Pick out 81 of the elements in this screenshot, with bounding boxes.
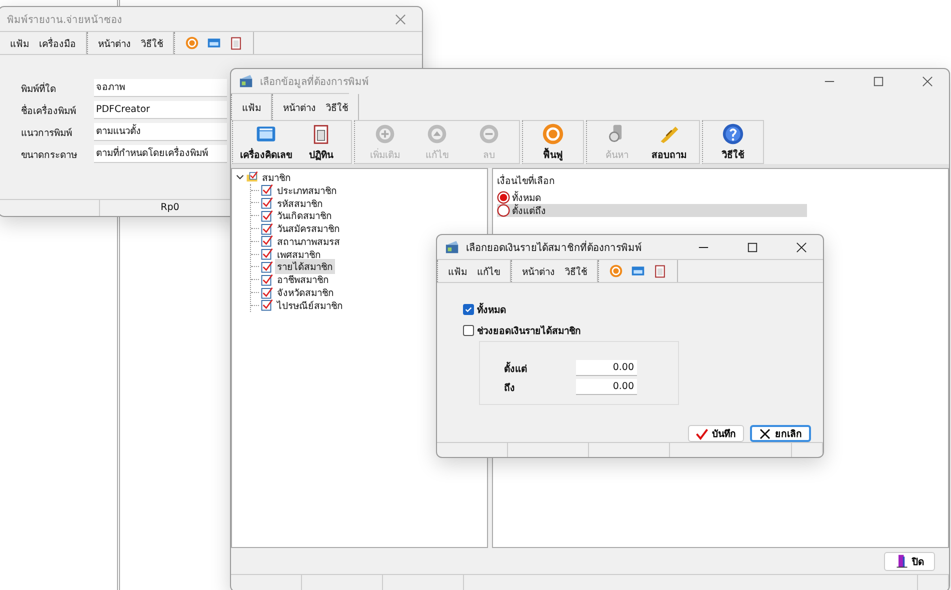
tree-item[interactable]: รหัสสมาชิก: [275, 196, 325, 210]
input-field[interactable]: ตามที่กำหนดโดยเครื่องพิมพ์: [94, 145, 227, 163]
checkbox-icon[interactable]: [261, 184, 273, 196]
field-label: พิมพ์ที่ใด: [21, 81, 57, 96]
checkbox-icon[interactable]: [261, 235, 273, 248]
menu-item[interactable]: หน้าต่าง: [98, 36, 131, 50]
radio-button[interactable]: [497, 191, 510, 204]
tree-item[interactable]: สมาชิก: [260, 170, 293, 185]
dialog-button[interactable]: ยกเลิก: [750, 425, 811, 442]
dialog-button[interactable]: บันทึก: [688, 425, 744, 442]
field-label: ขนาดกระดาษ: [21, 148, 78, 162]
checkbox-icon[interactable]: [261, 274, 273, 286]
checkbox[interactable]: [463, 304, 474, 315]
checkbox[interactable]: [463, 325, 474, 336]
tree-item[interactable]: ประเภทสมาชิก: [275, 182, 339, 198]
field-label: ชื่อเครื่องพิมพ์: [21, 103, 77, 118]
refresh-icon: [542, 122, 564, 144]
expand-caret-icon[interactable]: [236, 173, 244, 182]
cross-icon: [759, 428, 771, 440]
close-button[interactable]: ปิด: [884, 552, 935, 570]
door-icon: [895, 554, 909, 568]
menu-item[interactable]: แก้ไข: [477, 264, 500, 278]
amount-field[interactable]: 0.00: [576, 360, 637, 376]
menu-item[interactable]: แฟ้ม: [10, 36, 29, 50]
input-field[interactable]: ตามแนวตั้ง: [94, 123, 227, 141]
radio-row[interactable]: ทั้งหมด: [497, 191, 807, 204]
checkbox-label: ช่วงยอดเงินรายได้สมาชิก: [477, 324, 581, 338]
menu-item[interactable]: แฟ้ม: [242, 100, 261, 114]
tree-item[interactable]: อาชีพสมาชิก: [275, 272, 331, 288]
tree-item[interactable]: เพศสมาชิก: [275, 246, 323, 262]
toolbar-button[interactable]: สอบถาม: [643, 121, 695, 163]
plus-icon: [374, 122, 396, 144]
amount-field[interactable]: 0.00: [576, 379, 637, 395]
maximize-icon[interactable]: [873, 76, 884, 86]
checkbox-icon[interactable]: [261, 286, 273, 299]
app-icon: [445, 240, 460, 254]
panel-heading: เงื่อนไขที่เลือก: [497, 173, 556, 188]
tree-item[interactable]: วันสมัครสมาชิก: [275, 221, 342, 236]
radio-row[interactable]: ตั้งแต่ถึง: [497, 204, 807, 217]
checkbox-icon[interactable]: [261, 299, 273, 312]
tree-item[interactable]: วันเกิดสมาชิก: [275, 208, 334, 224]
input-field[interactable]: PDFCreator: [94, 101, 227, 119]
field-label: ถึง: [504, 382, 516, 394]
menu-item[interactable]: วิธีใช้: [326, 100, 348, 114]
window-title: เลือกข้อมูลที่ต้องการพิมพ์: [260, 74, 369, 88]
menu-item[interactable]: วิธีใช้: [141, 36, 163, 50]
field-label: แนวการพิมพ์: [21, 126, 73, 140]
tree-item[interactable]: สถานภาพสมรส: [275, 234, 342, 249]
checkbox-label: ทั้งหมด: [477, 302, 506, 317]
checkbox-icon[interactable]: [261, 222, 273, 235]
menu-item[interactable]: แฟ้ม: [448, 264, 467, 278]
radio-button[interactable]: [497, 204, 510, 217]
check-mark-icon: [696, 428, 708, 440]
app-icon: [239, 74, 254, 88]
field-label: ตั้งแต่: [504, 360, 528, 376]
checkbox-icon[interactable]: [261, 210, 273, 222]
input-field[interactable]: จอภาพ: [94, 79, 227, 97]
window-title: เลือกยอดเงินรายได้สมาชิกที่ต้องการพิมพ์: [466, 240, 642, 254]
toolbar-button[interactable]: เครื่องคิดเลข: [237, 121, 295, 163]
toolbar-button[interactable]: ปฏิทิน: [295, 121, 347, 163]
close-icon[interactable]: [796, 242, 807, 252]
calculator-icon[interactable]: [207, 36, 221, 50]
menu-item[interactable]: หน้าต่าง: [283, 100, 316, 114]
window-title: พิมพ์รายงาน.จ่ายหน้าซอง: [7, 13, 122, 26]
close-icon[interactable]: [922, 76, 933, 86]
calendar-icon[interactable]: [229, 36, 243, 50]
menu-item[interactable]: หน้าต่าง: [522, 264, 555, 278]
tree-item[interactable]: รายได้สมาชิก: [275, 259, 335, 274]
folder-check-icon[interactable]: [246, 171, 258, 184]
tree-item[interactable]: จังหวัดสมาชิก: [275, 285, 336, 300]
checkbox-icon[interactable]: [261, 248, 273, 260]
help-icon: [722, 122, 744, 144]
maximize-icon[interactable]: [747, 242, 758, 252]
checkbox-icon[interactable]: [261, 196, 273, 209]
checkbox-icon[interactable]: [261, 260, 273, 273]
menu-item[interactable]: วิธีใช้: [565, 264, 587, 278]
tree-item[interactable]: ไปรษณีย์สมาชิก: [275, 298, 345, 313]
calendar-icon[interactable]: [653, 264, 667, 278]
minus-icon: [478, 122, 500, 144]
calculator-icon[interactable]: [631, 264, 645, 278]
menu-item[interactable]: เครื่องมือ: [39, 36, 76, 50]
